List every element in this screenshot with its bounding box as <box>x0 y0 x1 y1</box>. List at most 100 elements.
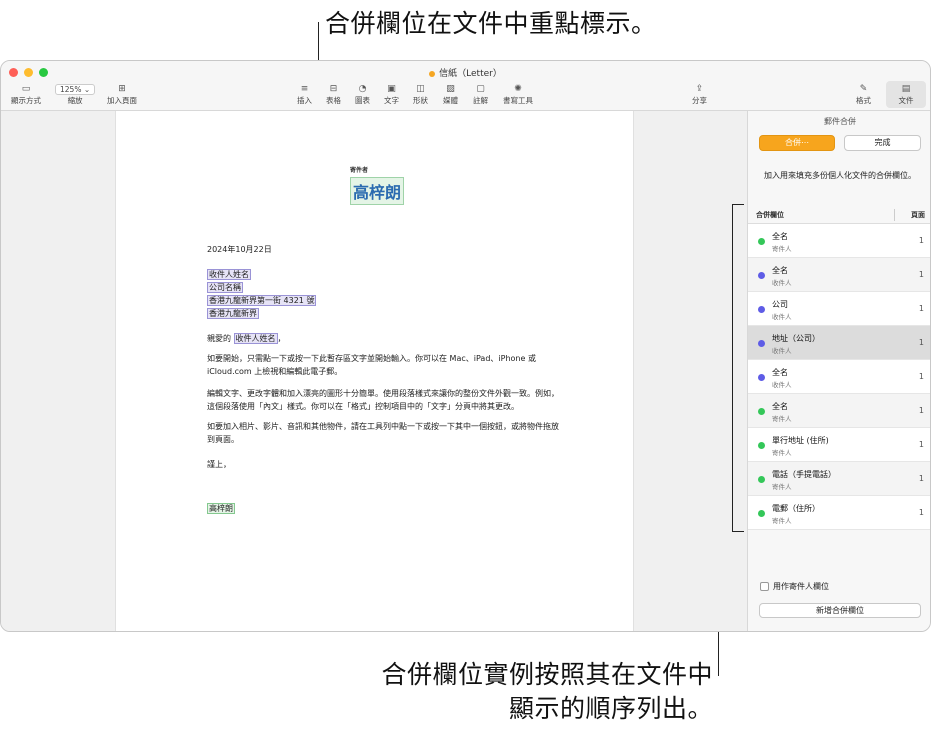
checkbox-box[interactable] <box>760 582 769 591</box>
field-page: 1 <box>918 508 924 517</box>
document-title-text: 信紙（Letter） <box>439 69 502 79</box>
field-name: 地址（公司） <box>772 334 820 343</box>
column-field[interactable]: 合併欄位 <box>756 210 784 220</box>
add-page-button[interactable]: ⊞ 加入頁面 <box>107 83 137 106</box>
field-source: 收件人 <box>772 279 792 287</box>
insert-icon: ≡ <box>300 84 309 94</box>
sidebar-title: 郵件合併 <box>824 117 856 126</box>
paragraph-2[interactable]: 編輯文字、更改字體和加入漂亮的圖形十分簡單。使用段落樣式來讓你的整份文件外觀一致… <box>207 387 559 413</box>
document-button[interactable]: ▤ 文件 <box>886 81 926 108</box>
field-row[interactable]: 單行地址 (住所) 寄件人 1 <box>748 428 930 462</box>
address-field-line2[interactable]: 香港九龍新界 <box>207 308 259 319</box>
plus-square-icon: ⊞ <box>118 84 126 94</box>
use-sender-checkbox[interactable]: 用作寄件人欄位 <box>760 581 829 592</box>
insert-button[interactable]: ≡ 插入 <box>297 83 312 106</box>
field-name: 公司 <box>772 300 788 309</box>
chart-button[interactable]: ◔ 圖表 <box>355 83 370 106</box>
field-name: 全名 <box>772 232 788 241</box>
date-text[interactable]: 2024年10月22日 <box>207 243 272 256</box>
field-page: 1 <box>918 338 924 347</box>
photo-icon: ▨ <box>446 84 455 94</box>
field-row[interactable]: 全名 寄件人 1 <box>748 394 930 428</box>
canvas-margin <box>634 111 747 631</box>
field-list-header: 合併欄位 頁面 <box>748 206 930 224</box>
field-page: 1 <box>918 406 924 415</box>
field-color-dot-icon <box>758 340 765 347</box>
company-field[interactable]: 公司名稱 <box>207 282 243 293</box>
share-button[interactable]: ⇪ 分享 <box>692 83 707 106</box>
field-color-dot-icon <box>758 238 765 245</box>
signature-line: 高梓朗 <box>207 502 235 515</box>
column-divider <box>894 209 895 221</box>
field-name: 全名 <box>772 368 788 377</box>
closing-text[interactable]: 謹上， <box>207 458 231 471</box>
paintbrush-icon: ✎ <box>859 84 868 94</box>
done-button[interactable]: 完成 <box>844 135 921 151</box>
comment-button[interactable]: ▢ 註解 <box>473 83 488 106</box>
signature-name-field[interactable]: 高梓朗 <box>207 503 235 514</box>
sender-name-field[interactable]: 高梓朗 <box>350 177 405 205</box>
format-button[interactable]: ✎ 格式 <box>856 83 871 106</box>
paragraph-3[interactable]: 如要加入相片、影片、音訊和其他物件，請在工具列中點一下或按一下其中一個按鈕，或將… <box>207 420 559 446</box>
zoom-control[interactable]: 125% ⌄ 縮放 <box>55 84 96 106</box>
merge-button[interactable]: 合併⋯ <box>759 135 835 151</box>
screenshot-stage: 合併欄位在文件中重點標示。 合併欄位實例按照其在文件中 顯示的順序列出。 信紙（… <box>0 0 931 729</box>
field-source: 寄件人 <box>772 483 792 491</box>
field-color-dot-icon <box>758 408 765 415</box>
field-source: 收件人 <box>772 381 792 389</box>
paragraph-1[interactable]: 如要開始，只需點一下或按一下此暫存區文字並開始輸入。你可以在 Mac、iPad、… <box>207 352 536 378</box>
field-row[interactable]: 電郵（住所） 寄件人 1 <box>748 496 930 530</box>
document-canvas: 寄件者 高梓朗 2024年10月22日 收件人姓名 公司名稱 香港九龍新界第一街… <box>1 111 747 631</box>
document-icon: ▤ <box>901 84 911 94</box>
field-row[interactable]: 電話（手提電話） 寄件人 1 <box>748 462 930 496</box>
sidebar-description: 加入用來填充多份個人化文件的合併欄位。 <box>764 171 916 180</box>
chart-icon: ◔ <box>358 84 367 94</box>
zoom-select[interactable]: 125% ⌄ <box>55 84 96 95</box>
field-source: 寄件人 <box>772 245 792 253</box>
field-source: 收件人 <box>772 313 792 321</box>
toolbar: 信紙（Letter） ▭ 顯示方式 125% ⌄ 縮放 ⊞ 加入頁面 ≡ 插入 ⊟ 表格 … <box>1 61 930 111</box>
field-source: 寄件人 <box>772 449 792 457</box>
callout-bracket-right <box>732 204 733 532</box>
field-row[interactable]: 全名 收件人 1 <box>748 258 930 292</box>
field-color-dot-icon <box>758 272 765 279</box>
field-name: 單行地址 (住所) <box>772 436 829 445</box>
table-button[interactable]: ⊟ 表格 <box>326 83 341 106</box>
recipient-name-field[interactable]: 收件人姓名 <box>207 269 251 280</box>
callout-order-line2: 顯示的順序列出。 <box>508 694 713 723</box>
field-row[interactable]: 全名收件人 1 <box>748 360 930 394</box>
field-page: 1 <box>918 304 924 313</box>
callout-order-line1: 合併欄位實例按照其在文件中 <box>381 660 713 689</box>
address-field-line1[interactable]: 香港九龍新界第一街 4321 號 <box>207 295 317 306</box>
salutation-name-field[interactable]: 收件人姓名 <box>233 333 278 344</box>
text-button[interactable]: ▣ 文字 <box>384 83 399 106</box>
field-page: 1 <box>918 270 924 279</box>
field-row[interactable]: 地址（公司） 收件人 1 <box>748 326 930 360</box>
pages-window: 信紙（Letter） ▭ 顯示方式 125% ⌄ 縮放 ⊞ 加入頁面 ≡ 插入 ⊟ 表格 … <box>0 60 931 632</box>
field-color-dot-icon <box>758 476 765 483</box>
callout-highlight: 合併欄位在文件中重點標示。 <box>325 9 657 38</box>
unsaved-dot-icon <box>429 70 436 77</box>
field-color-dot-icon <box>758 374 765 381</box>
shape-button[interactable]: ◫ 形狀 <box>413 83 428 106</box>
field-page: 1 <box>918 236 924 245</box>
field-color-dot-icon <box>758 442 765 449</box>
shape-icon: ◫ <box>416 84 425 94</box>
media-button[interactable]: ▨ 媒體 <box>443 83 458 106</box>
view-button[interactable]: ▭ 顯示方式 <box>11 83 41 106</box>
document-page[interactable]: 寄件者 高梓朗 2024年10月22日 收件人姓名 公司名稱 香港九龍新界第一街… <box>115 111 634 631</box>
field-source: 收件人 <box>772 347 792 355</box>
writing-tools-button[interactable]: ✺ 書寫工具 <box>503 83 533 106</box>
document-title: 信紙（Letter） <box>1 66 930 79</box>
field-row[interactable]: 全名寄件人 1 <box>748 224 930 258</box>
field-color-dot-icon <box>758 306 765 313</box>
mail-merge-sidebar: 郵件合併 合併⋯ 完成 加入用來填充多份個人化文件的合併欄位。 合併欄位 頁面 … <box>747 111 930 631</box>
column-page[interactable]: 頁面 <box>911 210 925 220</box>
field-source: 寄件人 <box>772 517 792 525</box>
field-page: 1 <box>918 372 924 381</box>
add-merge-field-button[interactable]: 新增合併欄位 <box>759 603 921 618</box>
callout-bracket-bottom-end <box>732 531 744 532</box>
field-row[interactable]: 公司收件人 1 <box>748 292 930 326</box>
recipient-block: 收件人姓名 公司名稱 香港九龍新界第一街 4321 號 香港九龍新界 <box>207 268 317 320</box>
field-name: 電話（手提電話） <box>772 470 836 479</box>
